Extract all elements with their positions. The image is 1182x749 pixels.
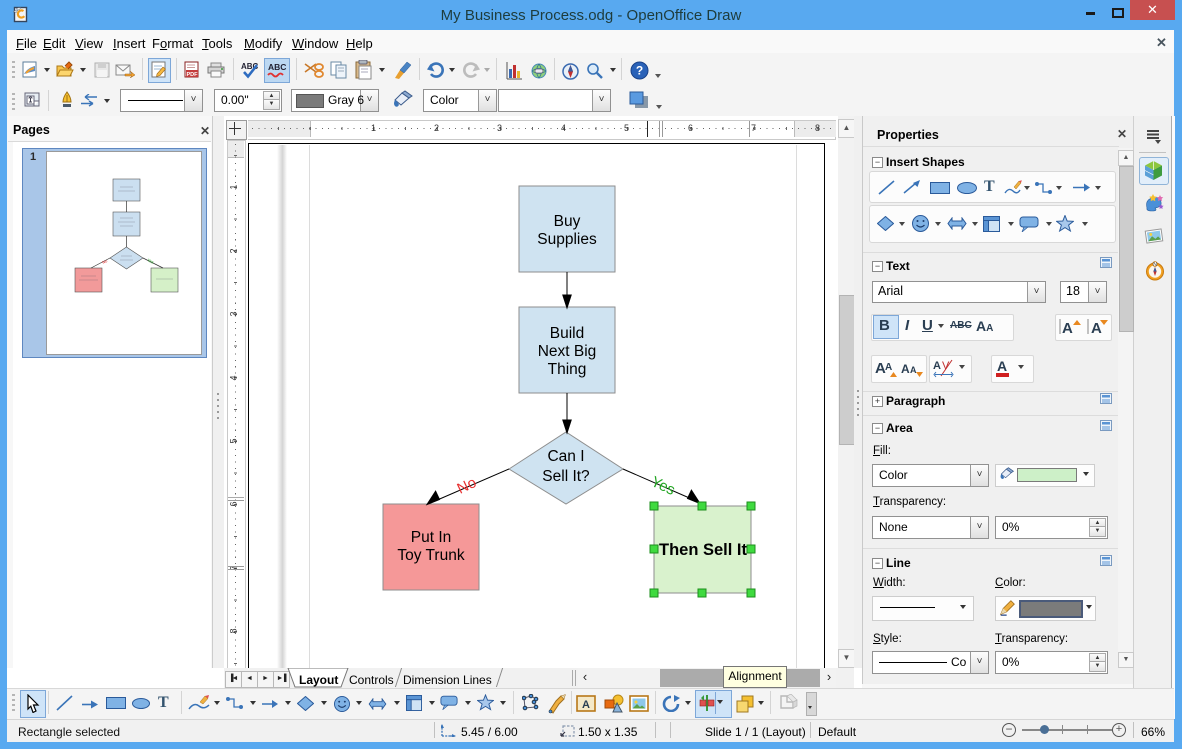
svg-text:Then Sell It: Then Sell It (659, 541, 748, 559)
svg-text:Yes: Yes (648, 473, 677, 499)
svg-text:Thing: Thing (548, 361, 587, 378)
svg-text:Put In: Put In (411, 529, 452, 546)
svg-text:ABC: ABC (268, 62, 286, 72)
svg-text:A: A (582, 699, 590, 711)
svg-text:Supplies: Supplies (537, 231, 597, 248)
svg-text:Build: Build (550, 325, 584, 342)
svg-text:A: A (910, 365, 917, 375)
svg-text:V: V (942, 360, 950, 372)
svg-text:Sell It?: Sell It? (542, 468, 590, 485)
svg-text:PDF: PDF (187, 72, 199, 78)
svg-text:A: A (1091, 320, 1102, 336)
svg-text:No: No (455, 474, 480, 498)
svg-text:A: A (901, 362, 910, 376)
svg-text:A: A (885, 362, 892, 373)
svg-text:Next Big: Next Big (538, 343, 597, 360)
svg-text:Toy Trunk: Toy Trunk (397, 547, 464, 564)
svg-text:?: ? (636, 64, 643, 78)
svg-text:A: A (1062, 320, 1073, 336)
svg-text:Can I: Can I (547, 448, 584, 465)
svg-text:A: A (933, 360, 941, 372)
svg-text:Buy: Buy (554, 213, 581, 230)
svg-text:N: N (1153, 262, 1157, 268)
